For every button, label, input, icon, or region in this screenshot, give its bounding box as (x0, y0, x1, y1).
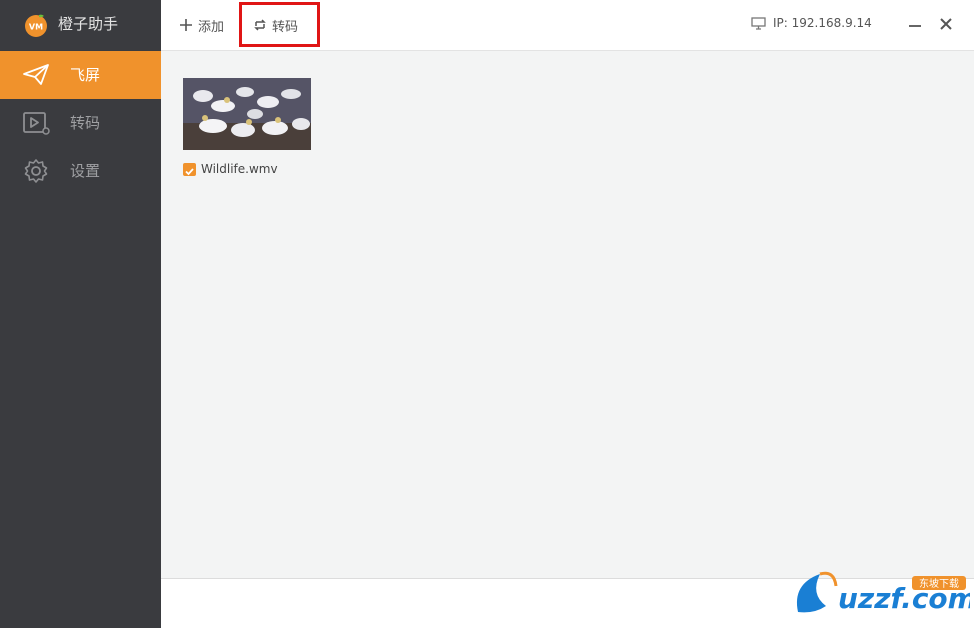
gear-icon (24, 159, 48, 183)
convert-icon (254, 19, 266, 31)
watermark-badge: 东坡下载 (919, 577, 959, 590)
sidebar-item-label: 飞屏 (70, 66, 101, 84)
app-logo-icon: VM (25, 14, 47, 37)
file-area: Wildlife.wmv (161, 51, 974, 578)
app-window: VM 橙子助手 飞屏 转码 设置 添加 转码 IP: 192.168.9.14 … (0, 0, 974, 628)
add-button[interactable]: 添加 (179, 14, 224, 36)
plus-icon (180, 19, 192, 31)
add-button-label: 添加 (198, 19, 225, 35)
convert-button-label: 转码 (272, 19, 299, 35)
brand: VM 橙子助手 (0, 0, 161, 51)
ip-address: IP: 192.168.9.14 (773, 16, 872, 30)
thumbnail-image (183, 78, 311, 150)
file-item[interactable]: Wildlife.wmv (183, 162, 278, 176)
sidebar-item-label: 设置 (70, 162, 101, 180)
uzzf-watermark-logo: uzzf.com 东坡下载 (796, 571, 970, 615)
sidebar-item-feiping[interactable]: 飞屏 (0, 51, 161, 99)
app-logo-text: VM (29, 23, 43, 32)
sidebar-item-label: 转码 (70, 114, 101, 132)
convert-button[interactable]: 转码 (253, 14, 298, 36)
toolbar: 添加 转码 IP: 192.168.9.14 (161, 0, 974, 51)
minimize-icon[interactable] (907, 16, 923, 32)
sidebar: VM 橙子助手 飞屏 转码 设置 (0, 0, 161, 628)
video-play-icon (23, 112, 50, 135)
file-checkbox[interactable] (183, 162, 196, 176)
sidebar-item-settings[interactable]: 设置 (0, 147, 161, 195)
sidebar-item-zhuanma[interactable]: 转码 (0, 99, 161, 147)
monitor-icon (751, 16, 766, 30)
checkmark-icon (185, 167, 194, 175)
ip-display: IP: 192.168.9.14 (751, 16, 872, 30)
paper-plane-icon (23, 64, 49, 85)
video-thumbnail[interactable] (183, 78, 311, 150)
app-title: 橙子助手 (58, 15, 119, 33)
file-name: Wildlife.wmv (201, 162, 278, 176)
close-icon[interactable] (938, 16, 954, 32)
